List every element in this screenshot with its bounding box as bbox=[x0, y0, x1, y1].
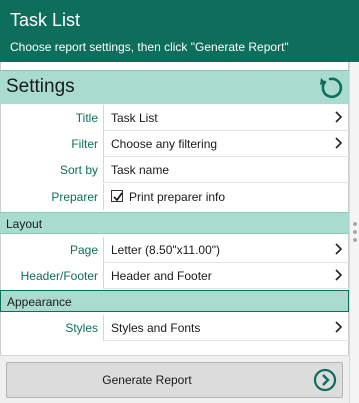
footer-bar: Generate Report bbox=[0, 355, 349, 403]
page-field[interactable]: Letter (8.50"x11.00") bbox=[103, 237, 349, 263]
chevron-right-icon bbox=[335, 243, 343, 255]
title-label: Title bbox=[75, 111, 98, 125]
sort-by-row: Sort by Task name bbox=[0, 157, 349, 183]
filter-label: Filter bbox=[71, 137, 98, 151]
chevron-right-icon bbox=[335, 137, 343, 149]
chevron-right-icon bbox=[335, 269, 343, 281]
appearance-section-header: Appearance bbox=[0, 290, 349, 312]
preparer-row: Preparer Print preparer info bbox=[0, 184, 349, 210]
settings-section-header: Settings bbox=[0, 70, 349, 104]
title-value: Task List bbox=[111, 111, 158, 125]
chevron-right-icon bbox=[335, 111, 343, 123]
sort-by-field[interactable]: Task name bbox=[103, 157, 349, 183]
preparer-checkbox[interactable] bbox=[111, 190, 123, 202]
sort-by-label: Sort by bbox=[59, 163, 98, 177]
filter-field[interactable]: Choose any filtering bbox=[103, 131, 349, 157]
styles-row: Styles Styles and Fonts bbox=[0, 315, 349, 341]
filter-row: Filter Choose any filtering bbox=[0, 131, 349, 157]
window-title: Task List bbox=[10, 10, 81, 30]
layout-heading: Layout bbox=[6, 217, 43, 231]
chevron-right-circle-icon bbox=[313, 368, 337, 392]
preparer-checkbox-label[interactable]: Print preparer info bbox=[129, 190, 225, 204]
preparer-field: Print preparer info bbox=[103, 184, 349, 210]
generate-report-label: Generate Report bbox=[102, 373, 192, 387]
header-footer-row: Header/Footer Header and Footer bbox=[0, 263, 349, 289]
page-row: Page Letter (8.50"x11.00") bbox=[0, 237, 349, 263]
preparer-label: Preparer bbox=[51, 190, 98, 204]
styles-label: Styles bbox=[65, 321, 98, 335]
layout-section-header: Layout bbox=[0, 212, 349, 234]
page-value: Letter (8.50"x11.00") bbox=[111, 243, 221, 257]
chevron-right-icon bbox=[335, 321, 343, 333]
settings-heading: Settings bbox=[6, 76, 75, 97]
reset-icon[interactable] bbox=[317, 75, 343, 101]
header-footer-value: Header and Footer bbox=[111, 269, 212, 283]
styles-value: Styles and Fonts bbox=[111, 321, 201, 335]
scroll-grip-dot bbox=[353, 230, 357, 234]
sort-by-value: Task name bbox=[111, 163, 170, 177]
checkmark-icon bbox=[113, 192, 123, 202]
appearance-heading: Appearance bbox=[7, 295, 72, 309]
scroll-grip-dot bbox=[353, 222, 357, 226]
window-header: Task List Choose report settings, then c… bbox=[0, 0, 359, 62]
title-field[interactable]: Task List bbox=[103, 105, 349, 131]
vertical-scrollbar[interactable] bbox=[349, 62, 359, 403]
window-subtitle: Choose report settings, then click "Gene… bbox=[10, 40, 289, 54]
header-footer-field[interactable]: Header and Footer bbox=[103, 263, 349, 289]
title-row: Title Task List bbox=[0, 105, 349, 131]
page-label: Page bbox=[69, 243, 98, 257]
header-footer-label: Header/Footer bbox=[20, 269, 98, 283]
generate-report-button[interactable]: Generate Report bbox=[6, 362, 343, 398]
scroll-grip-dot bbox=[353, 238, 357, 242]
styles-field[interactable]: Styles and Fonts bbox=[103, 315, 349, 341]
filter-value: Choose any filtering bbox=[111, 137, 218, 151]
